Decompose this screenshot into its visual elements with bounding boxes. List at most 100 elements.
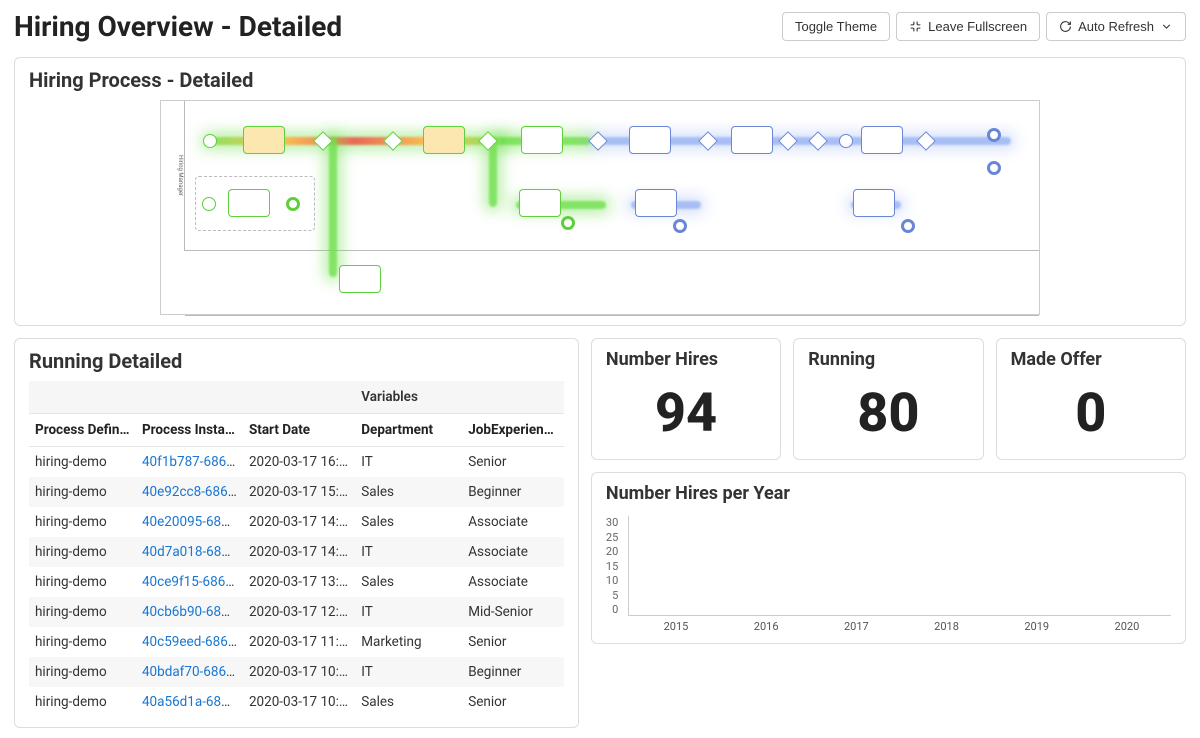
table-row[interactable]: hiring-demo40bdaf70-6865-…2020-03-17 10:… — [29, 657, 564, 687]
table-row[interactable]: hiring-demo40cb6b90-6865-…2020-03-17 12:… — [29, 597, 564, 627]
bpmn-end-event — [987, 161, 1001, 175]
bpmn-task — [731, 126, 773, 154]
bpmn-task — [853, 189, 895, 217]
table-row[interactable]: hiring-demo40d7a018-6865…2020-03-17 14:…… — [29, 537, 564, 567]
bpmn-task — [339, 265, 381, 293]
bpmn-task — [243, 126, 285, 154]
y-tick: 15 — [606, 560, 618, 573]
cell-exp: Senior — [462, 447, 564, 478]
auto-refresh-button[interactable]: Auto Refresh — [1046, 12, 1186, 41]
cell-defkey: hiring-demo — [29, 477, 136, 507]
cell-start: 2020-03-17 11:… — [243, 627, 355, 657]
leave-fullscreen-button[interactable]: Leave Fullscreen — [896, 12, 1040, 41]
cell-defkey: hiring-demo — [29, 657, 136, 687]
table-row[interactable]: hiring-demo40c59eed-6865-…2020-03-17 11:… — [29, 627, 564, 657]
cell-dept: IT — [355, 447, 462, 478]
cell-exp: Beginner — [462, 477, 564, 507]
cell-start: 2020-03-17 14:… — [243, 507, 355, 537]
table-row[interactable]: hiring-demo40f1b787-6865-…2020-03-17 16:… — [29, 447, 564, 478]
cell-dept: Sales — [355, 477, 462, 507]
cell-instance[interactable]: 40e20095-6865… — [136, 507, 243, 537]
y-tick: 10 — [606, 574, 618, 587]
kpi-hires: Number Hires 94 — [591, 338, 781, 460]
cell-dept: Marketing — [355, 627, 462, 657]
cell-instance[interactable]: 40cb6b90-6865-… — [136, 597, 243, 627]
cell-exp: Senior — [462, 627, 564, 657]
table-row[interactable]: hiring-demo40e92cc8-6865-…2020-03-17 15:… — [29, 477, 564, 507]
cell-instance[interactable]: 40f1b787-6865-… — [136, 447, 243, 478]
cell-dept: IT — [355, 657, 462, 687]
kpi-running-value: 80 — [808, 374, 968, 449]
hires-bar-chart: 302520151050 — [606, 508, 1171, 616]
kpi-hires-value: 94 — [606, 374, 766, 449]
chevron-down-icon — [1160, 20, 1173, 33]
running-table-panel: Running Detailed Variables Process Defin… — [14, 338, 579, 728]
cell-exp: Associate — [462, 567, 564, 597]
cell-defkey: hiring-demo — [29, 687, 136, 717]
y-tick: 0 — [606, 603, 618, 616]
table-row[interactable]: hiring-demo40ce9f15-6865-…2020-03-17 13:… — [29, 567, 564, 597]
cell-instance[interactable]: 40e92cc8-6865-… — [136, 477, 243, 507]
table-row[interactable]: hiring-demo40e20095-6865…2020-03-17 14:…… — [29, 507, 564, 537]
cell-start: 2020-03-17 10:… — [243, 657, 355, 687]
x-tick: 2016 — [730, 620, 802, 633]
y-tick: 5 — [606, 589, 618, 602]
hires-chart-title: Number Hires per Year — [606, 483, 1171, 504]
refresh-icon — [1059, 20, 1072, 33]
cell-dept: Sales — [355, 507, 462, 537]
cell-dept: IT — [355, 537, 462, 567]
table-row[interactable]: hiring-demo40a56d1a-6865-…2020-03-17 10:… — [29, 687, 564, 717]
bpmn-end-event — [673, 219, 687, 233]
y-tick: 30 — [606, 516, 618, 529]
cell-dept: Sales — [355, 687, 462, 717]
bpmn-end-event — [901, 219, 915, 233]
kpi-running-label: Running — [808, 349, 968, 370]
col-instance[interactable]: Process Instanc… — [136, 414, 243, 447]
auto-refresh-label: Auto Refresh — [1078, 19, 1154, 34]
cell-defkey: hiring-demo — [29, 627, 136, 657]
x-tick: 2018 — [910, 620, 982, 633]
cell-defkey: hiring-demo — [29, 567, 136, 597]
cell-instance[interactable]: 40a56d1a-6865-… — [136, 687, 243, 717]
cell-instance[interactable]: 40ce9f15-6865-… — [136, 567, 243, 597]
cell-start: 2020-03-17 13:… — [243, 567, 355, 597]
kpi-offer: Made Offer 0 — [996, 338, 1186, 460]
cell-instance[interactable]: 40d7a018-6865… — [136, 537, 243, 567]
cell-defkey: hiring-demo — [29, 597, 136, 627]
x-tick: 2017 — [820, 620, 892, 633]
right-column: Number Hires 94 Running 80 Made Offer 0 … — [591, 338, 1186, 728]
col-start[interactable]: Start Date — [243, 414, 355, 447]
cell-defkey: hiring-demo — [29, 447, 136, 478]
cell-dept: IT — [355, 597, 462, 627]
y-tick: 20 — [606, 545, 618, 558]
bpmn-task — [861, 126, 903, 154]
toggle-theme-button[interactable]: Toggle Theme — [782, 12, 890, 41]
cell-instance[interactable]: 40c59eed-6865-… — [136, 627, 243, 657]
cell-start: 2020-03-17 14:… — [243, 537, 355, 567]
bpmn-task — [635, 189, 677, 217]
col-dept[interactable]: Department — [355, 414, 462, 447]
running-table: Variables Process Definiti… Process Inst… — [29, 381, 564, 717]
cell-dept: Sales — [355, 567, 462, 597]
bpmn-task — [521, 126, 563, 154]
col-defkey[interactable]: Process Definiti… — [29, 414, 136, 447]
kpi-offer-value: 0 — [1011, 374, 1171, 449]
table-group-row: Variables — [29, 381, 564, 414]
cell-start: 2020-03-17 15:… — [243, 477, 355, 507]
cell-defkey: hiring-demo — [29, 507, 136, 537]
process-diagram-title: Hiring Process - Detailed — [29, 68, 1171, 92]
bpmn-task — [423, 126, 465, 154]
kpi-offer-label: Made Offer — [1011, 349, 1171, 370]
chart-x-axis: 201520162017201820192020 — [606, 616, 1171, 633]
kpi-hires-label: Number Hires — [606, 349, 766, 370]
bpmn-diagram[interactable]: Hiring Manager — [160, 100, 1040, 315]
lane-label-1: Hiring Manager — [161, 101, 185, 251]
cell-exp: Beginner — [462, 657, 564, 687]
cell-exp: Associate — [462, 537, 564, 567]
col-exp[interactable]: JobExperience — [462, 414, 564, 447]
cell-instance[interactable]: 40bdaf70-6865-… — [136, 657, 243, 687]
chart-y-axis: 302520151050 — [606, 516, 622, 616]
cell-start: 2020-03-17 12:… — [243, 597, 355, 627]
hires-per-year-panel: Number Hires per Year 302520151050 20152… — [591, 472, 1186, 644]
cell-exp: Senior — [462, 687, 564, 717]
